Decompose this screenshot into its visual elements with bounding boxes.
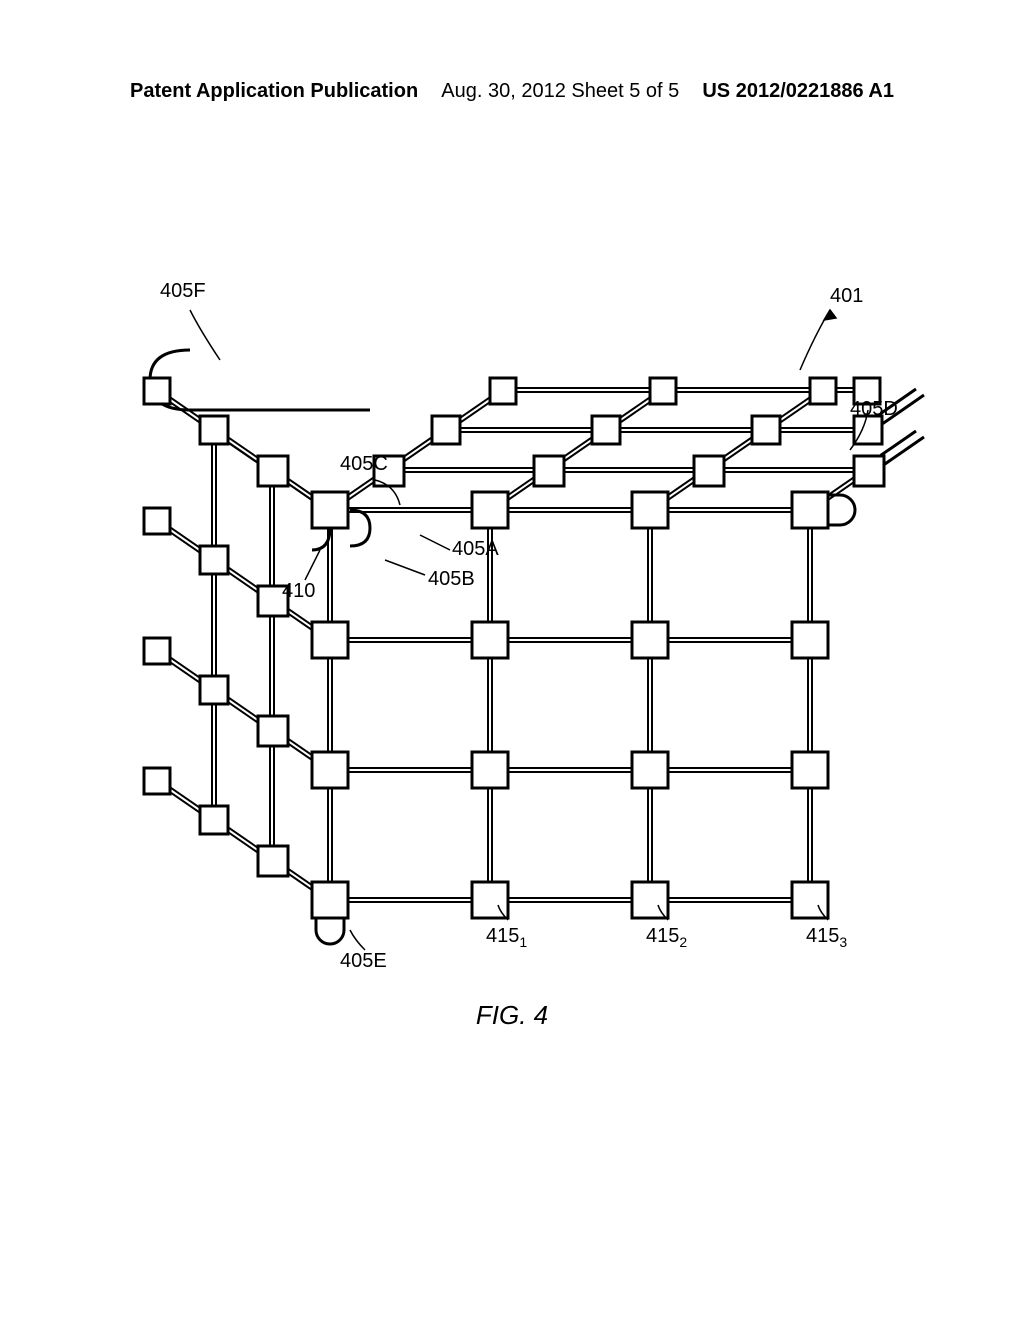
label-415-3: 4153 — [806, 925, 847, 950]
page-header: Patent Application Publication Aug. 30, … — [0, 0, 1024, 103]
header-left: Patent Application Publication — [130, 80, 418, 103]
label-405D: 405D — [850, 398, 898, 421]
label-405C: 405C — [340, 453, 388, 476]
label-405B: 405B — [428, 568, 475, 591]
label-405A: 405A — [452, 538, 499, 561]
torus-diagram: .link { stroke: #000; stroke-width: 3; f… — [130, 270, 880, 970]
label-415-2: 4152 — [646, 925, 687, 950]
header-right: US 2012/0221886 A1 — [702, 80, 894, 103]
label-405F: 405F — [160, 280, 206, 303]
header-center: Aug. 30, 2012 Sheet 5 of 5 — [441, 80, 679, 103]
label-401: 401 — [830, 285, 863, 308]
figure-caption: FIG. 4 — [0, 1000, 1024, 1031]
figure-area: .link { stroke: #000; stroke-width: 3; f… — [130, 270, 880, 970]
label-405E: 405E — [340, 950, 387, 973]
label-415-1: 4151 — [486, 925, 527, 950]
label-410: 410 — [282, 580, 315, 603]
